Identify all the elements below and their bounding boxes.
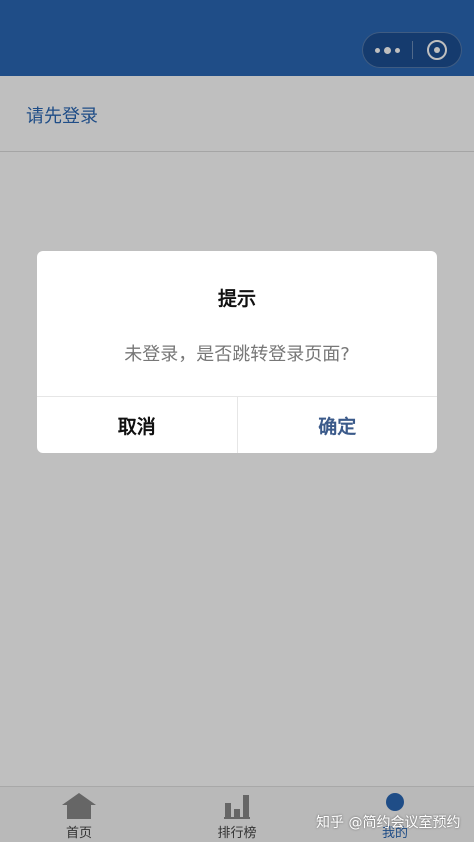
app-screen: 请先登录 首页 排行榜 我的 提示 未登录，是否跳转登录页面? 取消 确定 知乎… [0, 0, 474, 842]
cancel-button[interactable]: 取消 [37, 397, 238, 453]
modal-title: 提示 [217, 288, 256, 310]
modal-footer: 取消 确定 [37, 396, 437, 453]
login-modal: 提示 未登录，是否跳转登录页面? 取消 确定 [37, 251, 437, 453]
watermark-text: 知乎 @简约会议室预约 [316, 815, 461, 831]
modal-message: 未登录，是否跳转登录页面? [124, 344, 350, 365]
confirm-button[interactable]: 确定 [238, 397, 438, 453]
